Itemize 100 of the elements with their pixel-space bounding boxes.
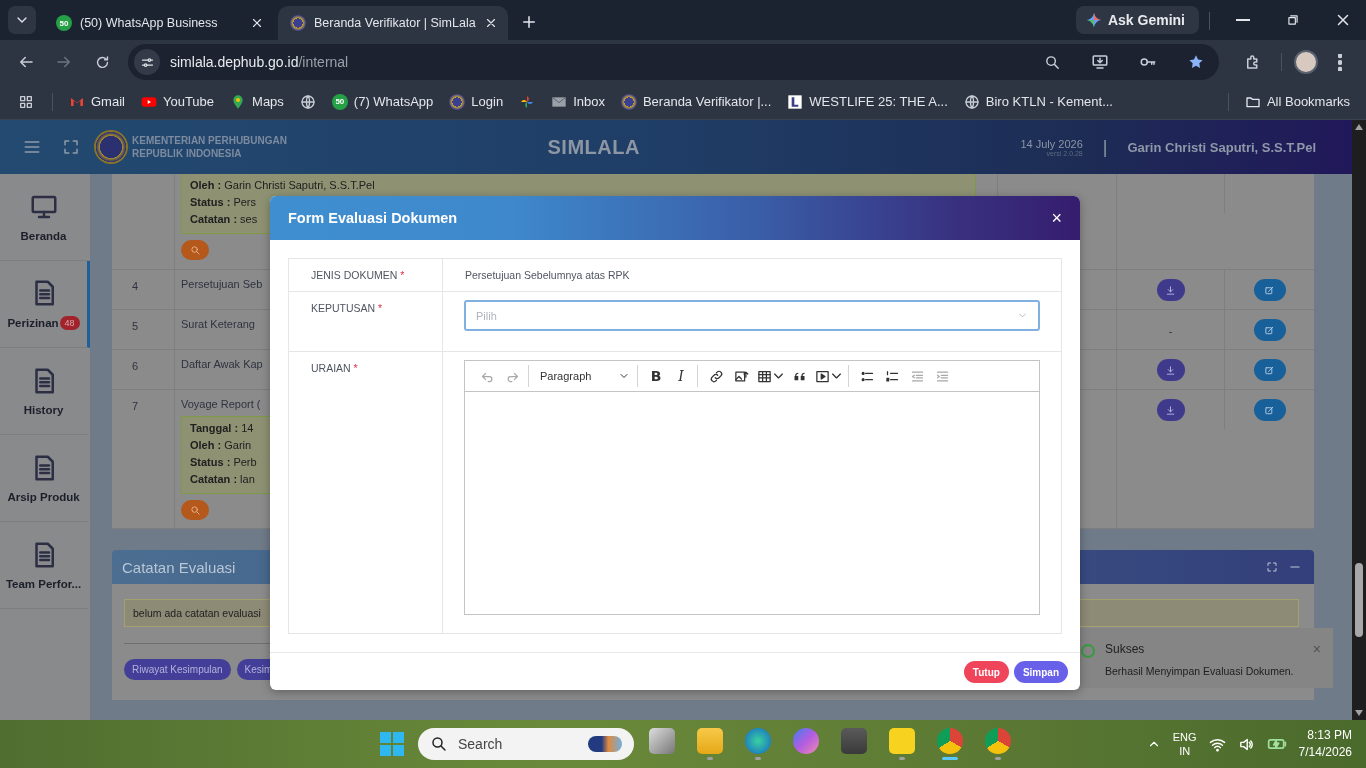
browser-tab[interactable]: Beranda Verifikator | SimLala [278,6,508,40]
save-button[interactable]: Simpan [1013,661,1068,683]
ministry-name: KEMENTERIAN PERHUBUNGAN REPUBLIK INDONESIA [132,134,287,160]
numbered-list-icon [884,368,900,384]
install-icon [1091,53,1109,71]
tab-list-button[interactable] [8,6,36,34]
view-button[interactable] [181,240,209,260]
row-number: 7 [132,400,139,412]
edit-button[interactable] [1253,279,1286,301]
edit-icon [1264,404,1275,416]
outdent-icon [909,368,925,384]
edit-button[interactable] [1253,319,1286,341]
toast-title: Sukses [1105,642,1146,656]
taskbar-search[interactable]: Search [418,728,634,760]
download-button[interactable] [1156,359,1185,381]
paragraph-dropdown[interactable]: Paragraph [536,364,632,388]
edit-icon [1264,364,1275,376]
rich-text-editor[interactable]: Paragraph B I [464,360,1040,615]
task-view-icon [649,728,675,754]
bold-button[interactable]: B [645,364,667,388]
view-button[interactable] [181,500,209,520]
sparkle-icon [1085,12,1102,28]
profile-avatar[interactable] [1294,50,1318,74]
search-icon [189,244,201,256]
browser-tab[interactable]: 50 (50) WhatsApp Business [44,6,274,40]
download-button[interactable] [1156,399,1185,421]
bookmark[interactable]: Login [443,90,510,113]
folder-icon [697,728,723,754]
apps-grid-icon [18,93,34,110]
document-name: Daftar Awak Kap [181,358,263,370]
sticky-notes-icon [889,728,915,754]
bookmark[interactable]: 50 (7) WhatsApp [325,90,440,113]
emblem-icon [290,15,306,31]
close-button[interactable]: × [1051,207,1062,229]
header-date: 14 July 2026 [1020,137,1083,150]
edit-button[interactable] [1253,399,1286,421]
table-icon [757,368,772,384]
globe-icon [963,93,980,110]
all-bookmarks-button[interactable]: All Bookmarks [1238,90,1356,113]
field-label: URAIAN * [289,352,443,633]
download-button[interactable] [1156,279,1185,301]
count-badge: 48 [59,316,80,330]
user-name: Garin Christi Saputri, S.S.T.Pel [1127,139,1316,155]
history-button[interactable]: Riwayat Kesimpulan [124,659,231,680]
ask-gemini-button[interactable]: Ask Gemini [1075,6,1199,34]
scrollbar[interactable] [1352,120,1366,720]
edge-icon [745,728,771,754]
camera-icon [841,728,867,754]
media-icon [815,368,830,384]
more-icon [1338,53,1342,71]
bookmark[interactable]: YouTube [134,90,221,113]
close-icon [250,16,264,30]
ministry-logo [94,130,128,164]
edit-button[interactable] [1253,359,1286,381]
emblem-icon [620,93,637,110]
table-cell-text: - [1168,324,1173,339]
whatsapp-icon: 50 [331,93,348,110]
bookmark[interactable]: Biro KTLN - Kement... [957,90,1119,113]
expand-button[interactable] [1266,561,1278,573]
edit-icon [1264,324,1275,336]
document-name: Persetujuan Seb [181,278,263,290]
pinwheel-icon [519,93,536,110]
bookmark[interactable]: Gmail [63,90,131,113]
restore-icon [1286,13,1300,27]
bookmark[interactable]: WESTLIFE 25: THE A... [781,90,954,113]
row-number: 5 [132,320,139,332]
globe-icon [299,93,316,110]
bookmark-star-icon [1187,53,1205,71]
search-icon [189,504,201,516]
field-label: JENIS DOKUMEN * [289,259,443,291]
expand-icon [1266,561,1278,573]
address-bar[interactable]: simlala.dephub.go.id/internal [128,44,1219,80]
chrome-icon [937,728,963,754]
bookmark[interactable]: Maps [224,90,290,113]
fullscreen-button[interactable] [62,138,80,156]
download-icon [1165,404,1176,416]
indent-icon [934,368,950,384]
close-dialog-button[interactable]: Tutup [963,661,1009,683]
document-name: Surat Keterang [181,318,255,330]
bookmark[interactable]: Inbox [545,90,611,113]
clock[interactable]: 8:13 PM 7/14/2026 [1298,727,1352,761]
bookmark[interactable]: Beranda Verifikator |... [614,90,778,113]
edit-icon [1264,284,1275,296]
zoom-icon [1044,53,1061,71]
start-button[interactable] [380,732,404,756]
language-indicator[interactable]: ENG IN [1172,730,1197,758]
app-title: SIMLALA [546,135,641,159]
site-info-button[interactable] [134,49,160,75]
italic-button[interactable]: I [670,364,692,388]
image-icon [733,368,749,384]
close-icon [484,16,498,30]
link-icon [708,368,724,384]
field-value: Persetujuan Sebelumnya atas RPK [465,269,630,281]
row-number: 4 [132,280,139,292]
whatsapp-icon: 50 [56,15,72,31]
panel-title: Catatan Evaluasi [122,558,237,576]
download-icon [1165,364,1176,376]
new-tab-icon [520,13,538,31]
emblem-icon [449,93,466,110]
header-separator: | [1102,136,1108,158]
